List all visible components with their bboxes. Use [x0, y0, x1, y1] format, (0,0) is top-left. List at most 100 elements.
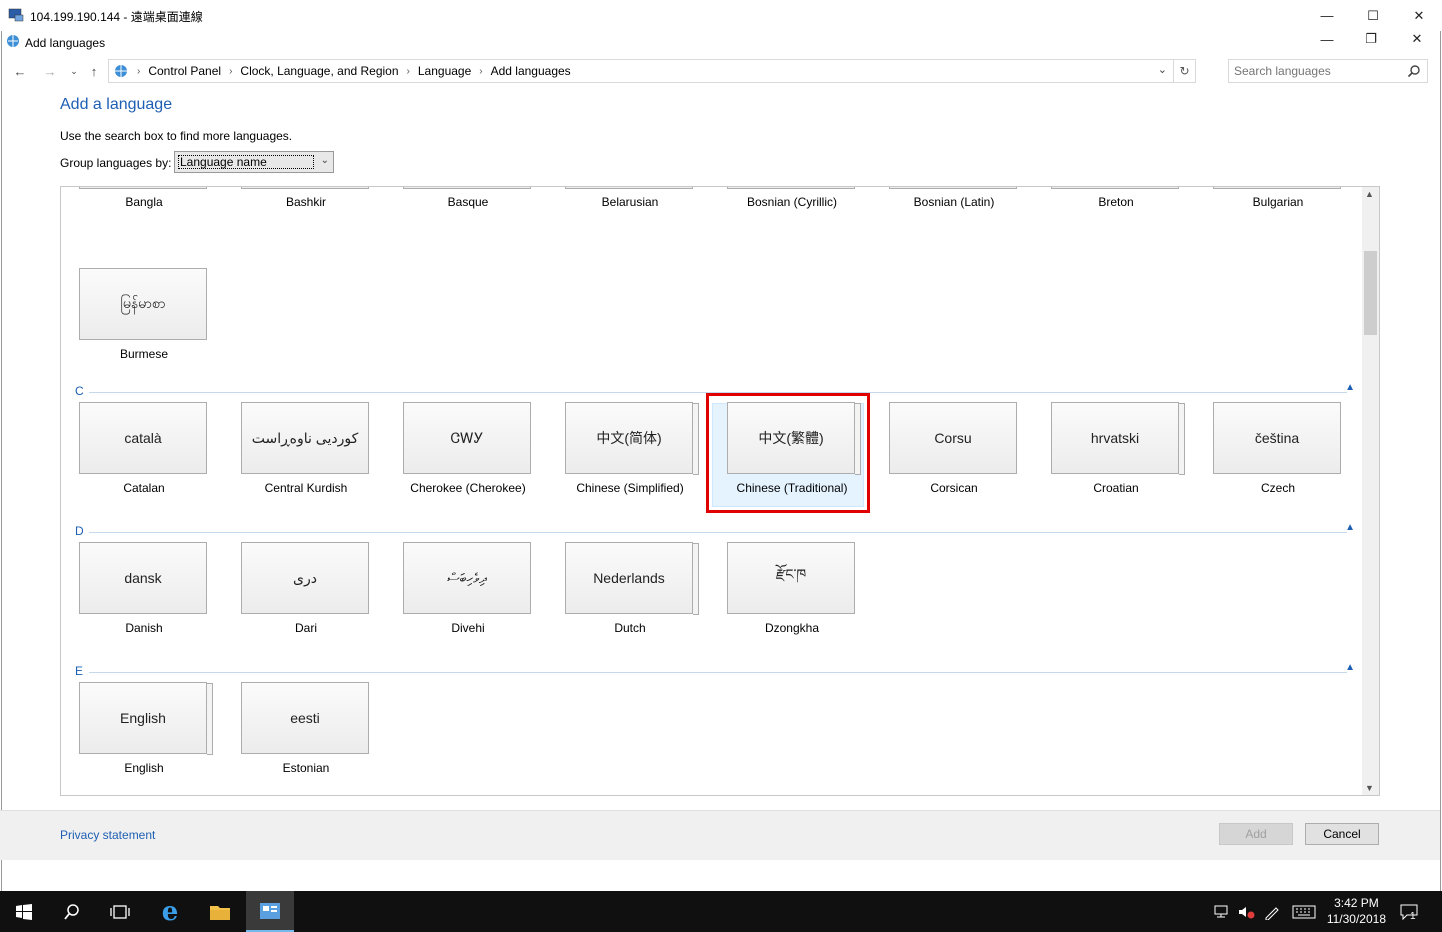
language-label: English [124, 761, 164, 775]
globe-icon [7, 35, 19, 47]
language-tile[interactable]: Bosnian (Cyrillic) [727, 187, 857, 209]
privacy-statement-link[interactable]: Privacy statement [60, 828, 155, 842]
volume-muted-icon[interactable] [1238, 905, 1256, 919]
section-letter: C [75, 384, 84, 398]
minimize-button[interactable]: — [1304, 27, 1350, 51]
up-arrow-icon[interactable]: ↑ [84, 61, 104, 81]
restore-button[interactable]: ❐ [1348, 27, 1394, 51]
language-tile[interactable]: Corsu Corsican [889, 402, 1019, 495]
scroll-up-icon[interactable]: ▲ [1365, 189, 1374, 199]
section-header: D ▲ [75, 522, 1355, 540]
control-panel-taskbar-icon[interactable] [246, 891, 294, 932]
cancel-button[interactable]: Cancel [1305, 823, 1379, 845]
breadcrumb-clock-language-region[interactable]: Clock, Language, and Region [240, 64, 398, 78]
window-title-bar: Add languages — ❐ ✕ [2, 31, 1442, 55]
search-icon[interactable] [1407, 64, 1421, 78]
group-by-select[interactable]: Language name ⌄ [174, 151, 334, 173]
breadcrumb-control-panel[interactable]: Control Panel [148, 64, 221, 78]
task-view-icon[interactable] [96, 891, 144, 932]
close-button[interactable]: ✕ [1394, 27, 1440, 51]
file-explorer-icon[interactable] [196, 891, 244, 932]
search-icon[interactable] [48, 891, 96, 932]
network-icon[interactable] [1214, 905, 1230, 919]
language-tile[interactable]: کوردیی ناوەڕاست Central Kurdish [241, 402, 371, 495]
scroll-down-icon[interactable]: ▼ [1365, 783, 1374, 793]
language-tile[interactable]: རྫོང་ཁ Dzongkha [727, 542, 857, 635]
language-label: Croatian [1093, 481, 1139, 495]
collapse-chevron-icon[interactable]: ▲ [1345, 662, 1355, 673]
language-tile[interactable]: English English [79, 682, 213, 775]
language-tile[interactable]: català Catalan [79, 402, 209, 495]
recent-locations-chevron-icon[interactable]: ⌄ [64, 61, 84, 81]
internet-explorer-icon[interactable]: e [146, 891, 194, 932]
language-tile[interactable]: hrvatski Croatian [1051, 402, 1185, 495]
language-native-name: Corsu [889, 402, 1017, 474]
address-bar[interactable]: › Control Panel › Clock, Language, and R… [108, 59, 1196, 83]
group-by-label: Group languages by: [60, 156, 172, 170]
start-windows-icon[interactable] [0, 891, 48, 932]
breadcrumb-add-languages[interactable]: Add languages [491, 64, 571, 78]
language-native-name: dansk [79, 542, 207, 614]
navigation-bar: ← → ⌄ ↑ › Control Panel › Clock, Languag… [2, 57, 1442, 85]
language-tile[interactable]: eesti Estonian [241, 682, 371, 775]
collapse-chevron-icon[interactable]: ▲ [1345, 382, 1355, 393]
language-tile[interactable]: 中文(简体) Chinese (Simplified) [565, 402, 699, 495]
collapse-chevron-icon[interactable]: ▲ [1345, 522, 1355, 533]
language-native-name: čeština [1213, 402, 1341, 474]
section-divider [89, 672, 1347, 673]
search-input[interactable] [1234, 60, 1404, 82]
language-tile[interactable]: دری Dari [241, 542, 371, 635]
keyboard-icon[interactable] [1292, 905, 1316, 919]
back-arrow-icon[interactable]: ← [10, 61, 30, 81]
language-label: Dari [294, 621, 317, 635]
section-letter: E [75, 664, 84, 678]
language-label: Divehi [451, 621, 485, 635]
language-tile[interactable]: ދިވެހިބަސް Divehi [403, 542, 533, 635]
language-tile-edge [889, 187, 1017, 189]
selection-highlight-box [706, 393, 870, 513]
language-tile-edge [241, 187, 369, 189]
language-tile[interactable]: Basque [403, 187, 533, 209]
language-tile[interactable]: Bashkir [241, 187, 371, 209]
language-native-name: ᏣᎳᎩ [403, 402, 531, 474]
language-tile[interactable]: Nederlands Dutch [565, 542, 699, 635]
language-label: Breton [1098, 195, 1134, 209]
language-tile[interactable]: čeština Czech [1213, 402, 1343, 495]
address-dropdown-chevron-icon[interactable]: ⌄ [1158, 63, 1167, 76]
language-tile[interactable]: dansk Danish [79, 542, 209, 635]
breadcrumb-separator: › [137, 65, 141, 77]
language-tile[interactable]: Bangla [79, 187, 209, 209]
language-tile[interactable]: Bosnian (Latin) [889, 187, 1019, 209]
language-label: Cherokee (Cherokee) [410, 481, 526, 495]
language-label: Catalan [123, 481, 165, 495]
pen-icon[interactable] [1264, 904, 1282, 920]
vertical-scrollbar[interactable]: ▲ ▼ [1362, 187, 1379, 795]
language-tile[interactable]: Breton [1051, 187, 1181, 209]
language-label: Bashkir [285, 195, 326, 209]
breadcrumb-language[interactable]: Language [418, 64, 471, 78]
language-tile-edge [1213, 187, 1341, 189]
language-tile-edge [1051, 187, 1179, 189]
language-tile[interactable]: Bulgarian [1213, 187, 1343, 209]
clock[interactable]: 3:42 PM 11/30/2018 [1327, 895, 1386, 927]
taskbar: e 3:42 PM 11/30/2018 1 [0, 891, 1442, 932]
language-tile[interactable]: Belarusian [565, 187, 695, 209]
forward-arrow-icon[interactable]: → [40, 61, 60, 81]
group-by-value: Language name [178, 155, 314, 169]
language-label: Bulgarian [1252, 195, 1304, 209]
language-label: Chinese (Simplified) [576, 481, 684, 495]
language-native-name: دری [241, 542, 369, 614]
scrollbar-thumb[interactable] [1364, 251, 1377, 335]
refresh-icon[interactable]: ↻ [1173, 60, 1195, 82]
language-tile[interactable]: မြန်မာစာ Burmese [79, 268, 209, 361]
language-label: Basque [447, 195, 489, 209]
language-label: Corsican [930, 481, 978, 495]
language-tile[interactable]: ᏣᎳᎩ Cherokee (Cherokee) [403, 402, 533, 495]
language-label: Central Kurdish [264, 481, 348, 495]
language-native-name: မြန်မာစာ [79, 268, 207, 340]
search-hint: Use the search box to find more language… [60, 129, 293, 143]
rdp-title: 104.199.190.144 - 遠端桌面連線 [30, 10, 203, 24]
add-button[interactable]: Add [1219, 823, 1293, 845]
language-tile-edge [727, 187, 855, 189]
action-center-icon[interactable]: 1 [1400, 891, 1418, 932]
